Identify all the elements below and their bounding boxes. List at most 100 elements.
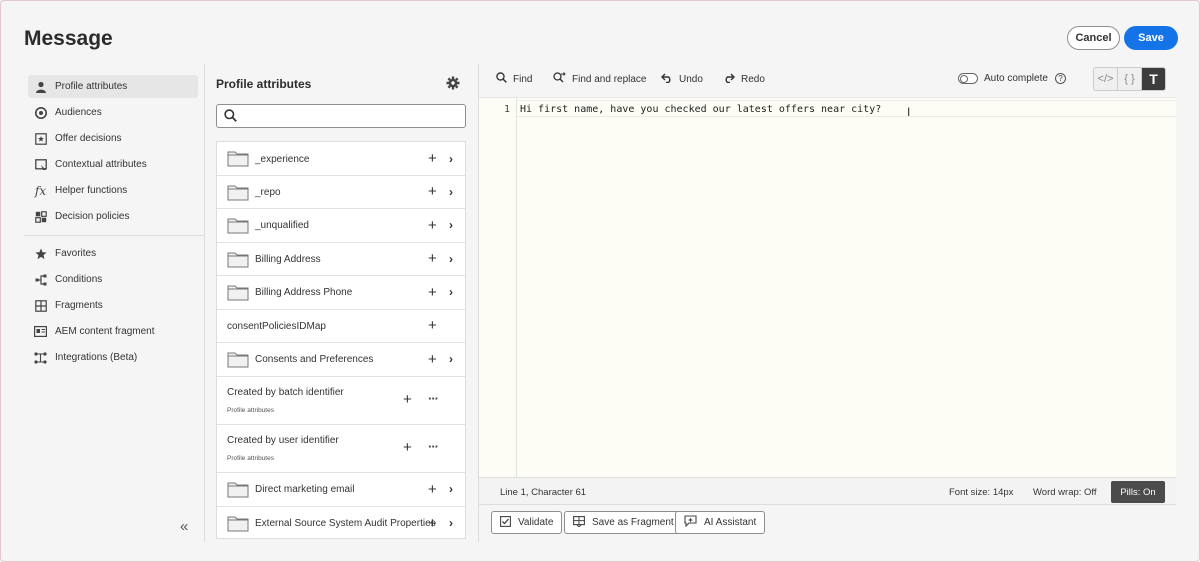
- list-item[interactable]: consentPoliciesIDMap +: [217, 310, 465, 343]
- nav-item-fragments[interactable]: Fragments: [28, 294, 198, 317]
- folder-icon: [227, 251, 249, 268]
- cancel-button[interactable]: Cancel: [1067, 26, 1120, 50]
- find-replace-button[interactable]: Find and replace: [553, 72, 647, 87]
- add-icon[interactable]: +: [428, 482, 437, 497]
- nav-item-offer-decisions[interactable]: Offer decisions: [28, 127, 198, 150]
- search-input[interactable]: [216, 104, 466, 128]
- ai-assistant-button[interactable]: AI Assistant: [675, 511, 766, 534]
- font-size-setting[interactable]: Font size: 14px: [949, 487, 1013, 498]
- chevron-right-icon[interactable]: ›: [449, 285, 453, 299]
- list-item[interactable]: _unqualified + ›: [217, 209, 465, 243]
- folder-icon: [227, 217, 249, 234]
- list-item[interactable]: Consents and Preferences + ›: [217, 343, 465, 377]
- list-item[interactable]: Direct marketing email + ›: [217, 473, 465, 507]
- help-icon[interactable]: ?: [1055, 73, 1066, 84]
- auto-complete-label: Auto complete: [984, 73, 1048, 84]
- nav-item-integrations[interactable]: Integrations (Beta): [28, 346, 198, 369]
- code-mode-icon[interactable]: </>: [1094, 68, 1118, 90]
- chevron-right-icon[interactable]: ›: [449, 152, 453, 166]
- nav-label: Contextual attributes: [55, 159, 147, 170]
- nav-divider-vertical: [204, 64, 205, 542]
- nav-label: Helper functions: [55, 185, 128, 196]
- left-nav: Profile attributes Audiences Offer decis…: [24, 64, 204, 542]
- ai-assistant-icon: [684, 515, 697, 530]
- json-mode-icon[interactable]: { }: [1118, 68, 1142, 90]
- chevron-right-icon[interactable]: ›: [449, 482, 453, 496]
- list-item[interactable]: Created by user identifier Profile attri…: [217, 425, 465, 473]
- validate-button[interactable]: Validate: [491, 511, 563, 534]
- nav-label: Conditions: [55, 274, 103, 285]
- chevron-right-icon[interactable]: ›: [449, 516, 453, 530]
- folder-icon: [227, 351, 249, 368]
- list-item-label: _repo: [255, 187, 281, 198]
- add-icon[interactable]: +: [428, 516, 437, 531]
- star-icon: [34, 247, 47, 260]
- list-item[interactable]: _experience + ›: [217, 142, 465, 176]
- list-item[interactable]: External Source System Audit Properties …: [217, 507, 465, 538]
- collapse-nav-icon[interactable]: «: [180, 518, 188, 535]
- contextual-icon: [34, 158, 47, 171]
- folder-icon: [227, 481, 249, 498]
- more-icon[interactable]: ···: [428, 439, 439, 454]
- chevron-right-icon[interactable]: ›: [449, 218, 453, 232]
- list-item[interactable]: _repo + ›: [217, 176, 465, 209]
- function-icon: fx: [34, 183, 47, 198]
- line-number: 1: [503, 104, 510, 115]
- word-wrap-setting[interactable]: Word wrap: Off: [1033, 487, 1097, 498]
- gear-icon[interactable]: [446, 76, 460, 90]
- offer-icon: [34, 132, 47, 145]
- find-button[interactable]: Find: [496, 72, 532, 86]
- add-icon[interactable]: +: [428, 151, 437, 166]
- list-item-label: Created by batch identifier: [227, 387, 344, 398]
- nav-item-profile-attributes[interactable]: Profile attributes: [28, 75, 198, 98]
- more-icon[interactable]: ···: [428, 391, 439, 406]
- nav-item-audiences[interactable]: Audiences: [28, 101, 198, 124]
- list-item[interactable]: Billing Address + ›: [217, 243, 465, 276]
- nav-item-conditions[interactable]: Conditions: [28, 268, 198, 291]
- branch-icon: [34, 273, 47, 286]
- save-as-fragment-button[interactable]: Save as Fragment: [564, 511, 683, 534]
- nav-label: Fragments: [55, 300, 103, 311]
- list-item[interactable]: Created by batch identifier Profile attr…: [217, 377, 465, 425]
- editor-content[interactable]: Hi first name, have you checked our late…: [520, 104, 881, 115]
- add-icon[interactable]: +: [428, 352, 437, 367]
- nav-item-contextual-attributes[interactable]: Contextual attributes: [28, 153, 198, 176]
- nav-item-helper-functions[interactable]: fx Helper functions: [28, 179, 198, 202]
- audiences-icon: [34, 106, 47, 119]
- nav-item-aem-content-fragment[interactable]: AEM content fragment: [28, 320, 198, 343]
- folder-icon: [227, 284, 249, 301]
- chevron-right-icon[interactable]: ›: [449, 352, 453, 366]
- add-icon[interactable]: +: [403, 392, 412, 407]
- pills-toggle[interactable]: Pills: On: [1111, 481, 1165, 503]
- undo-label: Undo: [679, 73, 703, 85]
- chevron-right-icon[interactable]: ›: [449, 185, 453, 199]
- add-icon[interactable]: +: [428, 218, 437, 233]
- add-icon[interactable]: +: [403, 440, 412, 455]
- add-icon[interactable]: +: [428, 318, 437, 333]
- auto-complete-toggle[interactable]: [958, 73, 978, 84]
- nav-label: Decision policies: [55, 211, 130, 222]
- folder-icon: [227, 150, 249, 167]
- nav-label: AEM content fragment: [55, 326, 155, 337]
- nav-label: Integrations (Beta): [55, 352, 138, 363]
- list-item-label: External Source System Audit Properties: [255, 518, 436, 529]
- redo-button[interactable]: Redo: [723, 72, 765, 86]
- search-icon: [496, 72, 507, 86]
- chevron-right-icon[interactable]: ›: [449, 252, 453, 266]
- folder-icon: [227, 184, 249, 201]
- nav-item-favorites[interactable]: Favorites: [28, 242, 198, 265]
- nav-label: Profile attributes: [55, 81, 128, 92]
- save-as-fragment-label: Save as Fragment: [592, 517, 674, 528]
- add-icon[interactable]: +: [428, 285, 437, 300]
- redo-icon: [723, 72, 735, 86]
- save-button[interactable]: Save: [1124, 26, 1178, 50]
- add-icon[interactable]: +: [428, 184, 437, 199]
- panel-title: Profile attributes: [216, 77, 312, 91]
- list-item[interactable]: Billing Address Phone + ›: [217, 276, 465, 310]
- text-mode-icon[interactable]: T: [1142, 68, 1165, 90]
- nav-item-decision-policies[interactable]: Decision policies: [28, 205, 198, 228]
- undo-button[interactable]: Undo: [661, 72, 703, 86]
- code-editor[interactable]: 1 Hi first name, have you checked our la…: [479, 97, 1176, 478]
- add-icon[interactable]: +: [428, 251, 437, 266]
- line-gutter: 1: [479, 98, 517, 478]
